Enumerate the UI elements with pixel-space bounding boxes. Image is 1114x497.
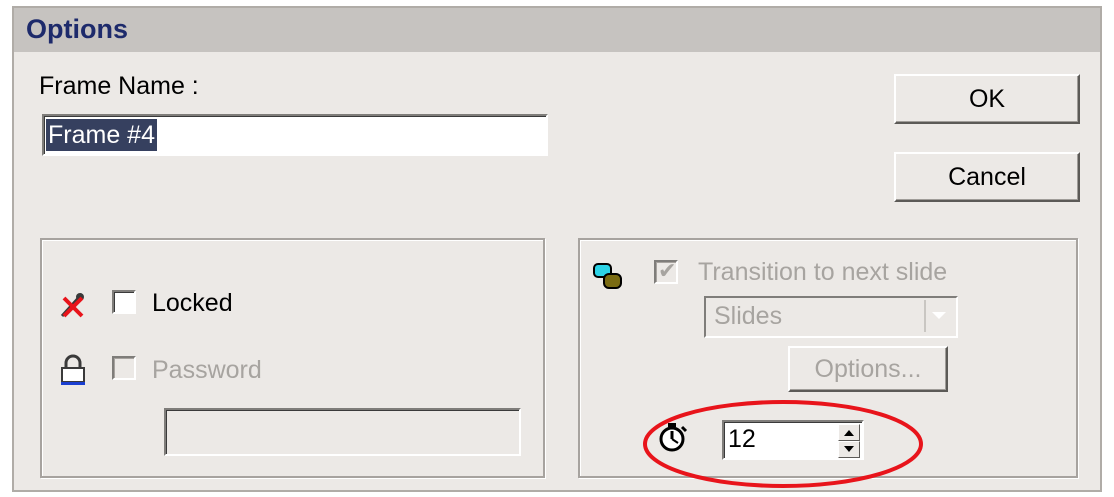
lock-icon <box>61 354 85 385</box>
chevron-down-icon[interactable] <box>924 300 954 332</box>
ok-button-label: OK <box>968 85 1006 113</box>
transition-checkbox[interactable]: ✔ <box>654 258 678 284</box>
locked-label: Locked <box>152 289 233 317</box>
pin-cross-icon <box>60 292 84 318</box>
transition-type-select[interactable]: Slides <box>704 296 958 338</box>
dialog-titlebar: Options <box>14 8 1100 52</box>
shapes-icon <box>593 263 622 289</box>
transition-label: Transition to next slide <box>698 258 948 286</box>
check-icon: ✔ <box>658 258 677 283</box>
frame-name-input[interactable]: Frame #4 <box>42 114 548 156</box>
transition-options-label: Options... <box>814 355 922 383</box>
locked-checkbox[interactable] <box>112 290 136 314</box>
password-input[interactable] <box>164 408 521 456</box>
transition-options-button[interactable]: Options... <box>788 346 948 392</box>
password-checkbox[interactable] <box>112 356 136 380</box>
transition-type-value: Slides <box>714 302 783 330</box>
frame-name-value: Frame #4 <box>46 119 157 151</box>
ok-button[interactable]: OK <box>894 74 1080 124</box>
dialog-title: Options <box>26 14 128 44</box>
password-label: Password <box>152 356 262 384</box>
annotation-ellipse <box>643 400 923 488</box>
frame-name-label: Frame Name : <box>39 72 199 100</box>
cancel-button-label: Cancel <box>948 163 1026 191</box>
options-dialog: Options Frame Name : Frame #4 OK Cancel … <box>12 6 1102 492</box>
cancel-button[interactable]: Cancel <box>894 152 1080 202</box>
